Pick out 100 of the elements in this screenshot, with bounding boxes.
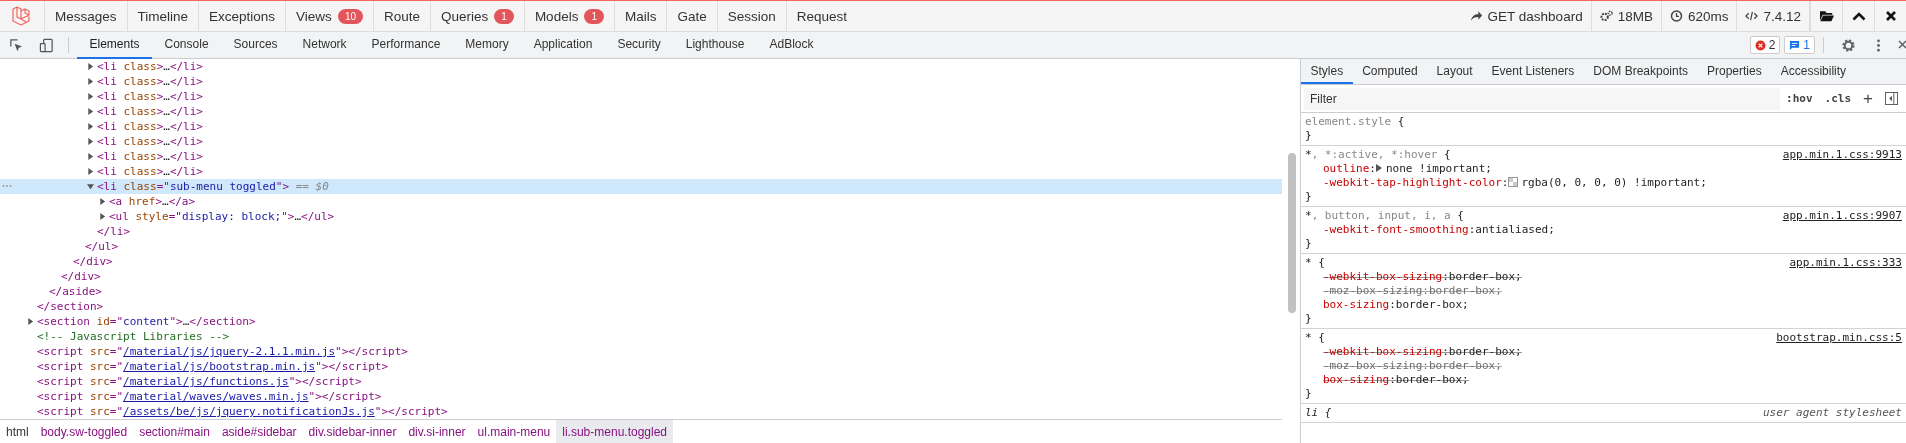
disclosure-triangle-icon[interactable] — [87, 108, 94, 115]
disclosure-triangle-icon[interactable] — [87, 63, 94, 70]
message-count-button[interactable]: 1 — [1784, 36, 1815, 54]
sidebar-toggle-icon[interactable] — [1885, 92, 1898, 105]
devtools-tab[interactable]: Security — [604, 31, 674, 59]
css-declaration[interactable]: -webkit-font-smoothing:antialiased; — [1305, 223, 1555, 237]
dom-line[interactable]: <li class>…</li> — [0, 74, 1282, 89]
devtools-tab[interactable]: Performance — [359, 31, 453, 59]
debugbar-tab[interactable]: Gate — [666, 1, 717, 31]
debugbar-tab[interactable]: Route — [373, 1, 431, 31]
breadcrumb[interactable]: aside#sidebar — [215, 420, 303, 443]
disclosure-triangle-icon[interactable] — [99, 213, 106, 220]
dom-line[interactable]: <script src="/assets/be/js/jquery.notificationJs.js"></script> — [0, 404, 1282, 419]
dom-line[interactable]: <a href>…</a> — [0, 194, 1282, 209]
css-declaration[interactable]: box-sizing:border-box; — [1305, 298, 1469, 312]
debugbar-tab[interactable]: Mails — [613, 1, 667, 31]
breadcrumb[interactable]: html — [0, 420, 35, 443]
dom-line[interactable]: <li class>…</li> — [0, 89, 1282, 104]
dom-line[interactable]: </aside> — [0, 284, 1282, 299]
disclosure-triangle-icon[interactable] — [87, 123, 94, 130]
dom-line[interactable]: </li> — [0, 224, 1282, 239]
styles-tab[interactable]: Event Listeners — [1482, 59, 1584, 84]
filter-field[interactable]: Filter — [1304, 87, 1781, 110]
breadcrumb[interactable]: body.sw-toggled — [34, 420, 134, 443]
dom-line[interactable]: </div> — [0, 254, 1282, 269]
dom-line[interactable]: </section> — [0, 299, 1282, 314]
link[interactable]: /material/js/bootstrap.min.js — [123, 360, 316, 373]
error-count-button[interactable]: 2 — [1749, 36, 1781, 54]
dom-line[interactable]: <section id="content">…</section> — [0, 314, 1282, 329]
link[interactable]: /material/js/jquery-2.1.1.min.js — [123, 345, 336, 358]
styles-tab[interactable]: Computed — [1352, 59, 1428, 84]
settings-icon[interactable] — [1841, 37, 1856, 53]
new-rule-button[interactable]: + — [1857, 88, 1879, 109]
dom-line[interactable]: <ul style="display: block;">…</ul> — [0, 209, 1282, 224]
dom-line[interactable]: <script src="/material/js/jquery-2.1.1.min.js"></script> — [0, 344, 1282, 359]
expand-triangle-icon[interactable] — [1376, 164, 1382, 172]
scrollbar[interactable] — [1288, 153, 1296, 313]
disclosure-triangle-icon[interactable] — [99, 198, 106, 205]
device-icon[interactable] — [39, 37, 54, 53]
disclosure-triangle-icon[interactable] — [87, 168, 94, 175]
dom-line[interactable]: </div> — [0, 269, 1282, 284]
breadcrumb[interactable]: ul.main-menu — [471, 420, 557, 443]
debugbar-tab[interactable]: Queries 1 — [430, 1, 524, 31]
color-swatch[interactable] — [1508, 177, 1519, 187]
source-link[interactable]: app.min.1.css:9913 — [1782, 148, 1902, 162]
dom-line[interactable]: <li class>…</li> — [0, 149, 1282, 164]
styles-tab[interactable]: Layout — [1427, 59, 1483, 84]
devtools-tab[interactable]: Lighthouse — [673, 31, 757, 59]
dom-line[interactable]: <li class>…</li> — [0, 134, 1282, 149]
debugbar-tab[interactable]: Session — [716, 1, 786, 31]
devtools-tab[interactable]: Memory — [452, 31, 522, 59]
styles-tab[interactable]: Properties — [1697, 59, 1772, 84]
devtools-tab[interactable]: AdBlock — [756, 31, 826, 59]
link[interactable]: /material/waves/waves.min.js — [123, 390, 309, 403]
debugbar-tab[interactable]: Models 1 — [523, 1, 614, 31]
source-link[interactable]: app.min.1.css:333 — [1789, 256, 1902, 270]
debugbar-tab[interactable]: Views 10 — [285, 1, 373, 31]
breadcrumb[interactable]: section#main — [133, 420, 216, 443]
dom-line[interactable]: <li class>…</li> — [0, 119, 1282, 134]
breadcrumb[interactable]: div.sidebar-inner — [302, 420, 403, 443]
dom-line[interactable]: <script src="/material/js/bootstrap.min.js"></script> — [0, 359, 1282, 374]
css-declaration[interactable]: -webkit-tap-highlight-color: rgba(0, 0, 0, 0) !important; — [1305, 176, 1707, 190]
debugbar-tab[interactable]: Messages — [44, 1, 127, 31]
devtools-tab[interactable]: Console — [152, 31, 222, 59]
css-selector: li { — [1305, 406, 1332, 420]
css-declaration[interactable]: box-sizing:border-box; — [1305, 373, 1469, 387]
css-declaration[interactable]: outline: none !important; — [1305, 162, 1492, 176]
dom-line[interactable]: <li class>…</li> — [0, 104, 1282, 119]
dom-line[interactable]: <li class>…</li> — [0, 164, 1282, 179]
styles-tab[interactable]: Accessibility — [1771, 59, 1856, 84]
cls-button[interactable]: .cls — [1818, 92, 1858, 105]
dom-line[interactable]: <li class>…</li> — [0, 59, 1282, 74]
dom-line[interactable]: <script src="/material/js/functions.js"></script> — [0, 374, 1282, 389]
link[interactable]: /assets/be/js/jquery.notificationJs.js — [123, 405, 375, 418]
disclosure-triangle-icon[interactable] — [87, 153, 94, 160]
debugbar-tab[interactable]: Timeline — [126, 1, 199, 31]
disclosure-triangle-icon[interactable] — [87, 78, 94, 85]
dom-line[interactable]: <!-- Javascript Libraries --> — [0, 329, 1282, 344]
disclosure-triangle-icon[interactable] — [87, 138, 94, 145]
link[interactable]: /material/js/functions.js — [123, 375, 289, 388]
caret-up-icon — [1851, 10, 1866, 22]
hov-button[interactable]: :hov — [1780, 92, 1819, 105]
styles-tab[interactable]: DOM Breakpoints — [1583, 59, 1698, 84]
devtools-tab[interactable]: Sources — [221, 31, 291, 59]
source-link[interactable]: bootstrap.min.css:5 — [1776, 331, 1902, 345]
styles-tab[interactable]: Styles — [1301, 59, 1353, 84]
debugbar-tab[interactable]: Request — [785, 1, 858, 31]
disclosure-triangle-icon[interactable] — [27, 318, 34, 325]
devtools-tab[interactable]: Network — [290, 31, 360, 59]
devtools-tab[interactable]: Application — [521, 31, 605, 59]
dom-line[interactable]: <script src="/material/waves/waves.min.js"></script> — [0, 389, 1282, 404]
disclosure-triangle-icon[interactable] — [87, 93, 94, 100]
devtools-tab[interactable]: Elements — [77, 31, 153, 59]
dom-line[interactable]: </ul> — [0, 239, 1282, 254]
cursor-icon[interactable] — [9, 37, 24, 53]
debugbar-tab[interactable]: Exceptions — [198, 1, 286, 31]
breadcrumb[interactable]: li.sub-menu.toggled — [556, 420, 673, 443]
disclosure-triangle-icon[interactable] — [87, 183, 94, 190]
breadcrumb[interactable]: div.si-inner — [402, 420, 472, 443]
source-link[interactable]: app.min.1.css:9907 — [1782, 209, 1902, 223]
